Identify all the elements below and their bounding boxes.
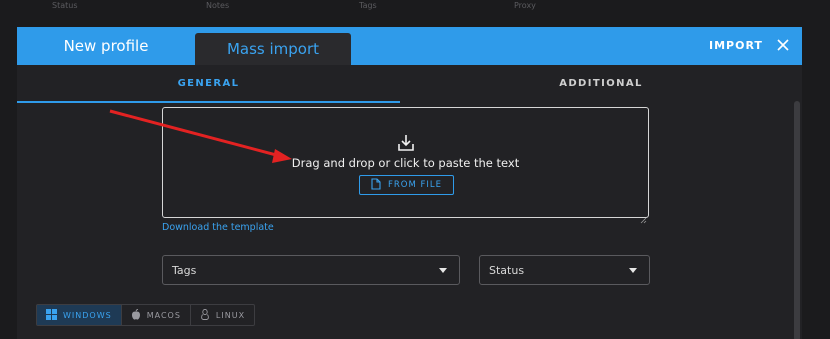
annotation-arrow-icon: [109, 109, 292, 163]
